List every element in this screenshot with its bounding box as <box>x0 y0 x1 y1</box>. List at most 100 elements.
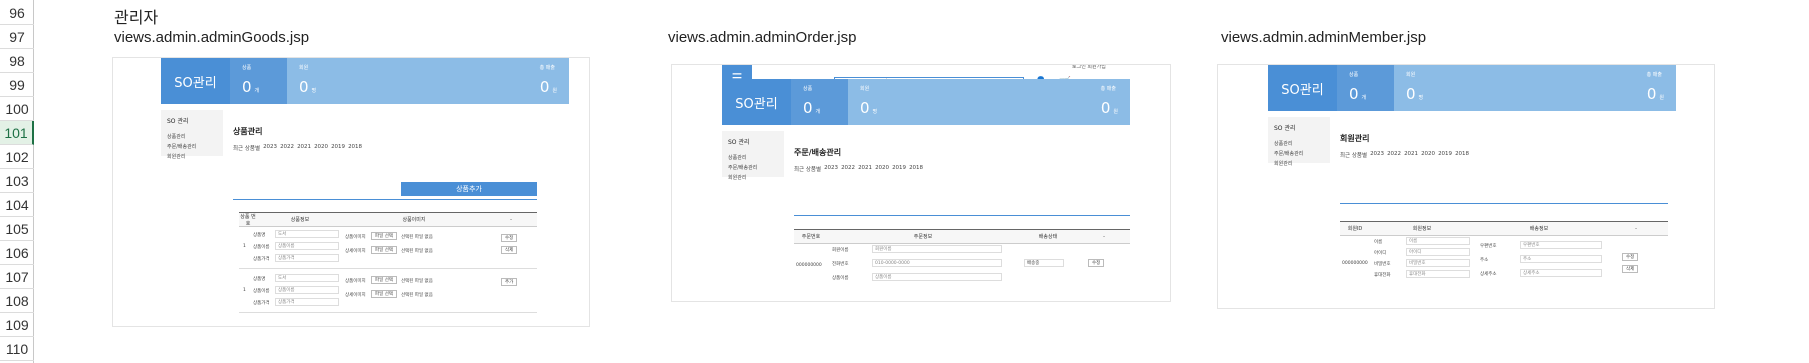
product-field-input[interactable]: 도서 <box>275 230 339 238</box>
shipping-field-input[interactable]: 우편번호 <box>1520 241 1602 249</box>
stat-sales: 총 매출 0 원 <box>991 79 1130 125</box>
summary-banner: SO관리 상품 0 개 회원 0 명 총 매출 0 원 <box>161 58 569 104</box>
year-tab[interactable]: 2023 <box>1370 151 1384 159</box>
year-tab[interactable]: 2019 <box>331 144 345 152</box>
row-action-button[interactable]: 삭제 <box>501 246 518 254</box>
row-number[interactable]: 104 <box>0 193 34 217</box>
sidebar-item[interactable]: 주문/배송관리 <box>728 164 778 171</box>
stat-title: 회원 <box>860 86 870 92</box>
year-tab[interactable]: 2018 <box>909 165 923 173</box>
row-number[interactable]: 97 <box>0 25 34 49</box>
member-field-input[interactable]: 비밀번호 <box>1406 259 1470 267</box>
row-number[interactable]: 107 <box>0 265 34 289</box>
order-field-input[interactable]: 상품이름 <box>872 273 1002 281</box>
year-filter: 최근 상품별 2023 2022 2021 2020 2019 2018 <box>794 165 923 173</box>
sidebar-item[interactable]: 상품관리 <box>1274 140 1324 147</box>
goods-mockup-image: 로그인 회원가입☰카테고리174 x 40전체찾고 싶은 상품을 검색해보세요!… <box>112 57 590 327</box>
year-tab[interactable]: 2021 <box>297 144 311 152</box>
year-tab[interactable]: 2022 <box>280 144 294 152</box>
member-field-input[interactable]: 휴대전화 <box>1406 270 1470 278</box>
product-field-input[interactable]: 상품이름 <box>275 242 339 250</box>
year-tab[interactable]: 2020 <box>314 144 328 152</box>
row-action-button[interactable]: 수정 <box>1622 253 1639 261</box>
sidebar-item[interactable]: 주문/배송관리 <box>167 143 217 150</box>
year-tab[interactable]: 최근 상품별 <box>1340 151 1367 159</box>
stat-unit: 명 <box>1418 95 1424 101</box>
row-number[interactable]: 109 <box>0 313 34 337</box>
field-label: 상품명 <box>253 233 266 238</box>
year-tab[interactable]: 최근 상품별 <box>794 165 821 173</box>
edit-button[interactable]: 수정 <box>1088 259 1105 267</box>
member-field-input[interactable]: 이름 <box>1406 237 1470 245</box>
year-tab[interactable]: 2019 <box>892 165 906 173</box>
row-number[interactable]: 99 <box>0 73 34 97</box>
file-select-button[interactable]: 파일 선택 <box>371 246 397 254</box>
year-tab[interactable]: 2019 <box>1438 151 1452 159</box>
year-tab[interactable]: 2023 <box>263 144 277 152</box>
sidebar-item[interactable]: 회원관리 <box>167 153 217 160</box>
row-action-button[interactable]: 수정 <box>501 234 518 242</box>
row-number[interactable]: 108 <box>0 289 34 313</box>
product-field-input[interactable]: 상품이름 <box>275 286 339 294</box>
stat-title: 상품 <box>242 65 252 71</box>
order-field-input[interactable]: 010-0000-0000 <box>872 259 1002 267</box>
member-field-input[interactable]: 아이디 <box>1406 248 1470 256</box>
shipping-status-select[interactable]: 배송중 <box>1024 259 1064 267</box>
row-number[interactable]: 96 <box>0 1 34 25</box>
file-select-button[interactable]: 파일 선택 <box>371 290 397 298</box>
stat-number: 0 <box>539 78 550 96</box>
row-number[interactable]: 102 <box>0 145 34 169</box>
row-number[interactable]: 110 <box>0 337 34 361</box>
row-number[interactable]: 105 <box>0 217 34 241</box>
file-select-button[interactable]: 파일 선택 <box>371 276 397 284</box>
table-header: 주문번호 주문정보 배송상태 - <box>794 230 1130 244</box>
field-label: 비밀번호 <box>1374 262 1391 267</box>
year-tab[interactable]: 2018 <box>1455 151 1469 159</box>
top-links[interactable]: 로그인 회원가입 <box>1072 65 1106 70</box>
product-field-input[interactable]: 도서 <box>275 274 339 282</box>
admin-sidebar: SO 관리 상품관리 주문/배송관리 회원관리 <box>1268 117 1330 167</box>
sidebar-item[interactable]: 회원관리 <box>1274 160 1324 167</box>
stat-title: 회원 <box>1406 72 1416 78</box>
year-tab[interactable]: 2022 <box>841 165 855 173</box>
sidebar-item[interactable]: 상품관리 <box>167 133 217 140</box>
shipping-field-input[interactable]: 상세주소 <box>1520 269 1602 277</box>
row-number[interactable]: 101 <box>0 121 34 145</box>
product-field-input[interactable]: 상품가격 <box>275 298 339 306</box>
row-number[interactable]: 100 <box>0 97 34 121</box>
order-mockup-image: 로그인 회원가입☰카테고리174 x 40전체찾고 싶은 상품을 검색해보세요!… <box>671 64 1171 302</box>
row-number[interactable]: 98 <box>0 49 34 73</box>
sidebar-item[interactable]: 상품관리 <box>728 154 778 161</box>
section-divider <box>233 199 537 200</box>
year-tab[interactable]: 2018 <box>348 144 362 152</box>
section-title: 주문/배송관리 <box>794 148 842 157</box>
stat-value: 0원 <box>1647 85 1664 103</box>
year-tab[interactable]: 2023 <box>824 165 838 173</box>
sidebar-item[interactable]: 회원관리 <box>728 174 778 181</box>
stat-value: 0개 <box>242 78 259 96</box>
year-tab[interactable]: 2020 <box>875 165 889 173</box>
year-tab[interactable]: 2021 <box>1404 151 1418 159</box>
product-field-input[interactable]: 상품가격 <box>275 254 339 262</box>
column-header: 상품 번호 <box>240 213 256 227</box>
file-status: 선택된 파일 없음 <box>401 279 433 284</box>
file-select-button[interactable]: 파일 선택 <box>371 232 397 240</box>
sidebar-item[interactable]: 주문/배송관리 <box>1274 150 1324 157</box>
shipping-field-input[interactable]: 주소 <box>1520 255 1602 263</box>
row-number[interactable]: 106 <box>0 241 34 265</box>
row-action-button[interactable]: 추가 <box>501 278 518 286</box>
year-tab[interactable]: 2021 <box>858 165 872 173</box>
stat-members: 회원 0 명 <box>1394 65 1537 111</box>
add-product-button[interactable]: 상품추가 <box>401 182 537 196</box>
column-header: 상품정보 <box>290 217 310 223</box>
row-action-button[interactable]: 삭제 <box>1622 265 1639 273</box>
year-tab[interactable]: 최근 상품별 <box>233 144 260 152</box>
stat-value: 0개 <box>1349 85 1366 103</box>
year-tab[interactable]: 2020 <box>1421 151 1435 159</box>
row-number[interactable]: 103 <box>0 169 34 193</box>
stat-title: 회원 <box>299 65 309 71</box>
order-field-input[interactable]: 회원이름 <box>872 245 1002 253</box>
members-table: 회원ID 회원정보 배송정보 - <box>1340 221 1668 291</box>
year-tab[interactable]: 2022 <box>1387 151 1401 159</box>
category-button[interactable]: ☰카테고리 <box>722 65 752 92</box>
